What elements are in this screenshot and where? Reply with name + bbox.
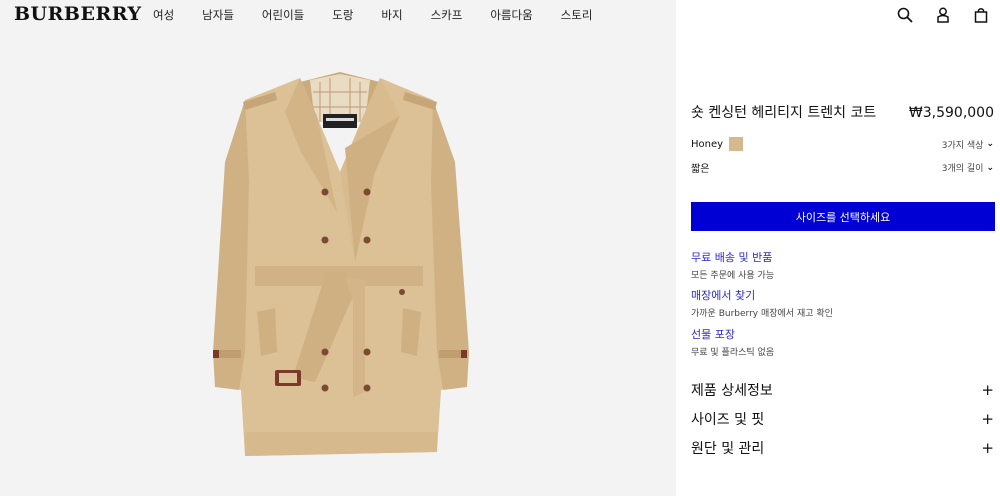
product-gallery: BURBERRY 여성 남자들 어린이들 도랑 바지 스카프 아름다움 스토리: [0, 0, 676, 496]
nav-item-beauty[interactable]: 아름다움: [490, 7, 532, 23]
color-more-label: 3가지 색상: [941, 140, 984, 151]
product-price: ₩3,590,000: [908, 105, 994, 121]
color-swatch[interactable]: [729, 137, 744, 151]
length-option: 짧은 3개의 길이 ⌄: [691, 160, 994, 176]
color-option: Honey 3가지 색상 ⌄: [691, 137, 994, 151]
nav-item-scarves[interactable]: 스카프: [431, 7, 463, 23]
brand-logo[interactable]: BURBERRY: [14, 3, 142, 25]
chevron-down-icon: ⌄: [986, 139, 994, 149]
service-gift-wrap: 선물 포장 무료 및 플라스틱 없음: [691, 326, 994, 358]
accordion-label: 제품 상세정보: [691, 383, 773, 399]
color-value: Honey: [691, 138, 724, 150]
product-heading: 숏 켄싱턴 헤리티지 트렌치 코트 ₩3,590,000: [691, 102, 994, 122]
length-more-label: 3개의 길이: [941, 164, 984, 174]
service-subtitle: 모든 주문에 사용 가능: [691, 271, 775, 281]
service-subtitle: 무료 및 플라스틱 없음: [691, 348, 775, 358]
chevron-down-icon: ⌄: [986, 162, 994, 173]
nav-item-trousers[interactable]: 바지: [381, 7, 402, 23]
accordion-label: 사이즈 및 핏: [691, 412, 765, 428]
service-find-in-store: 매장에서 찾기 가까운 Burberry 매장에서 재고 확인: [691, 287, 994, 319]
plus-icon: +: [981, 439, 994, 457]
nav-item-men[interactable]: 남자들: [202, 7, 234, 23]
product-title: 숏 켄싱턴 헤리티지 트렌치 코트: [691, 105, 877, 121]
shopping-bag-icon[interactable]: [970, 4, 992, 26]
nav-item-stories[interactable]: 스토리: [561, 7, 593, 23]
top-navigation: BURBERRY 여성 남자들 어린이들 도랑 바지 스카프 아름다움 스토리: [0, 0, 676, 30]
header-icons: [894, 4, 992, 26]
plus-icon: +: [981, 410, 994, 428]
account-icon[interactable]: [932, 4, 954, 26]
accordion-label: 원단 및 관리: [691, 441, 765, 457]
nav-item-women[interactable]: 여성: [153, 7, 174, 23]
select-size-button[interactable]: 사이즈를 선택하세요: [691, 202, 995, 231]
product-details-panel: 숏 켄싱턴 헤리티지 트렌치 코트 ₩3,590,000 Honey 3가지 색…: [676, 0, 1000, 496]
service-free-shipping: 무료 배송 및 반품 모든 주문에 사용 가능: [691, 249, 994, 281]
length-value: 짧은: [691, 164, 710, 175]
service-title[interactable]: 선물 포장: [691, 326, 994, 342]
color-selector[interactable]: 3가지 색상 ⌄: [942, 138, 994, 151]
nav-item-bags[interactable]: 도랑: [332, 7, 353, 23]
product-image[interactable]: [205, 52, 475, 476]
main-nav: 여성 남자들 어린이들 도랑 바지 스카프 아름다움 스토리: [153, 7, 620, 23]
search-icon[interactable]: [894, 4, 916, 26]
nav-item-children[interactable]: 어린이들: [262, 7, 304, 23]
service-title[interactable]: 매장에서 찾기: [691, 287, 994, 303]
service-title[interactable]: 무료 배송 및 반품: [691, 249, 994, 265]
accordion-product-details[interactable]: 제품 상세정보 +: [691, 380, 994, 400]
plus-icon: +: [981, 381, 994, 399]
accordion-size-fit[interactable]: 사이즈 및 핏 +: [691, 409, 994, 429]
accordion-fabric-care[interactable]: 원단 및 관리 +: [691, 438, 994, 458]
length-selector[interactable]: 3개의 길이 ⌄: [941, 161, 994, 175]
service-subtitle: 가까운 Burberry 매장에서 재고 확인: [691, 309, 833, 319]
